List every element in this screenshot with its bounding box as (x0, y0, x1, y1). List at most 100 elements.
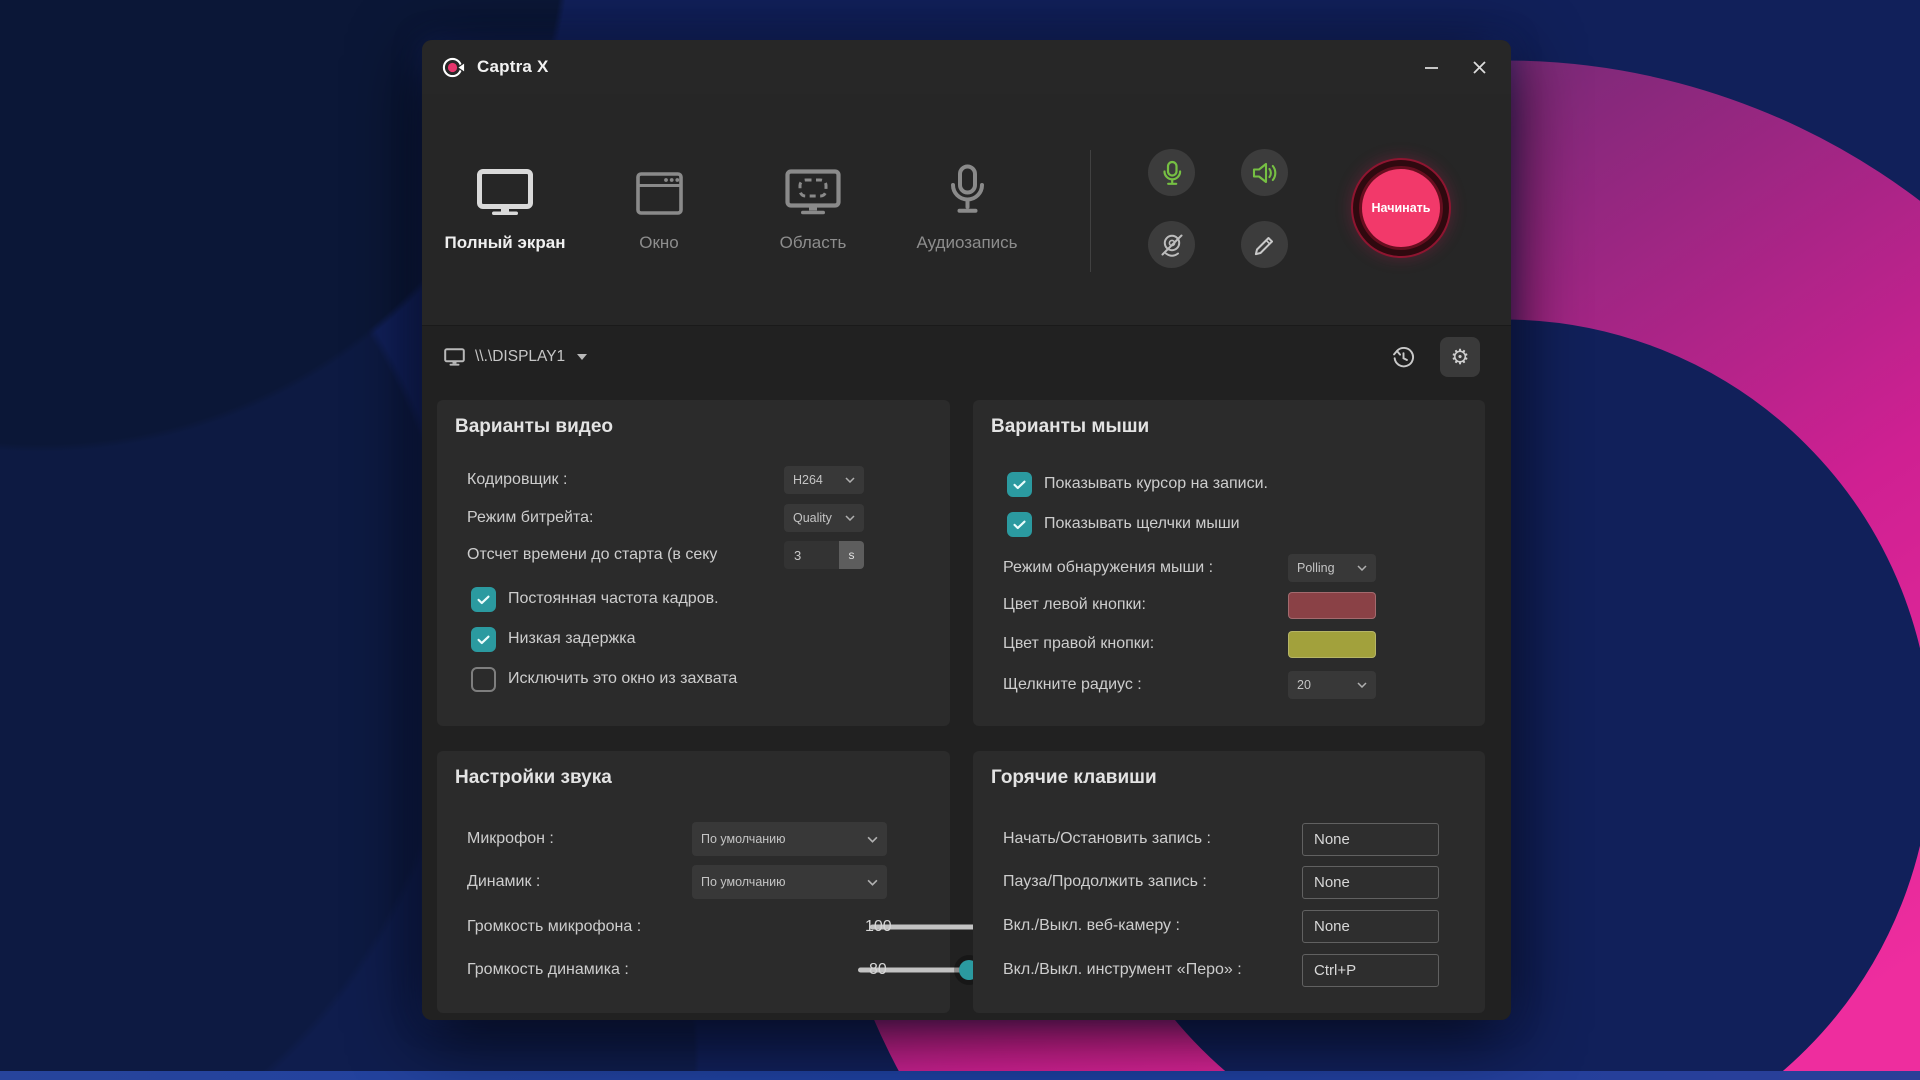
video-options-panel: Варианты видео Кодировщик : H264 Режим б… (437, 400, 950, 726)
exclude-window-row: Исключить это окно из захвата (471, 660, 928, 698)
record-button-face: Начинать (1362, 169, 1440, 247)
exclude-window-checkbox[interactable] (471, 667, 496, 692)
microphone-icon (1159, 160, 1185, 186)
chevron-down-icon (1357, 682, 1367, 688)
region-icon (785, 153, 841, 215)
minimize-icon (1424, 60, 1439, 75)
microphone-toggle-button[interactable] (1148, 149, 1195, 196)
pen-tool-button[interactable] (1241, 221, 1288, 268)
minimize-button[interactable] (1407, 40, 1455, 94)
hotkey-pause-resume-input[interactable]: None (1302, 866, 1439, 899)
bitrate-select[interactable]: Quality (784, 504, 864, 532)
monitor-icon (444, 348, 465, 366)
webcam-toggle-button[interactable] (1148, 221, 1195, 268)
low-latency-checkbox[interactable] (471, 627, 496, 652)
left-click-color-row: Цвет левой кнопки: (1003, 586, 1463, 624)
mode-fullscreen[interactable]: Полный экран (428, 153, 582, 253)
speaker-select[interactable]: По умолчанию (692, 865, 887, 899)
mode-region[interactable]: Область (736, 153, 890, 253)
window-controls (1407, 40, 1503, 94)
mic-volume-value: 100 (865, 918, 892, 936)
microphone-select[interactable]: По умолчанию (692, 822, 887, 856)
webcam-off-icon (1159, 232, 1185, 258)
chevron-down-icon (845, 515, 855, 521)
close-button[interactable] (1455, 40, 1503, 94)
hotkey-webcam-input[interactable]: None (1302, 910, 1439, 943)
chevron-down-icon (1357, 565, 1367, 571)
display-selector[interactable]: \\.\DISPLAY1 (444, 336, 587, 378)
check-icon (1011, 516, 1028, 533)
mouse-options-panel: Варианты мыши Показывать курсор на запис… (973, 400, 1485, 726)
history-button[interactable] (1383, 337, 1423, 377)
settings-area: \\.\DISPLAY1 ⚙ (422, 325, 1511, 1020)
gear-icon: ⚙ (1451, 345, 1470, 370)
click-radius-row: Щелкните радиус : 20 (1003, 666, 1463, 704)
chevron-down-icon (577, 354, 587, 360)
show-cursor-checkbox[interactable] (1007, 472, 1032, 497)
hotkey-row: Вкл./Выкл. веб-камеру : None (1003, 907, 1463, 945)
microphone-icon (949, 153, 986, 215)
speaker-toggle-button[interactable] (1241, 149, 1288, 196)
bitrate-row: Режим битрейта: Quality (467, 499, 928, 537)
settings-button[interactable]: ⚙ (1440, 337, 1480, 377)
titlebar: Captra X (422, 40, 1511, 94)
window-title: Captra X (477, 57, 549, 77)
check-icon (475, 631, 492, 648)
bar-actions: ⚙ (1383, 337, 1480, 377)
hotkey-row: Пауза/Продолжить запись : None (1003, 863, 1463, 901)
record-button[interactable]: Начинать (1351, 158, 1451, 258)
mode-label: Окно (639, 233, 679, 253)
panel-title: Варианты видео (455, 416, 613, 438)
taskbar-strip (0, 1071, 1920, 1080)
mode-label: Область (780, 233, 847, 253)
history-icon (1391, 345, 1416, 370)
chevron-down-icon (867, 836, 878, 843)
chevron-down-icon (845, 477, 855, 483)
hotkeys-panel: Горячие клавиши Начать/Остановить запись… (973, 751, 1485, 1013)
hotkey-pen-tool-input[interactable]: Ctrl+P (1302, 954, 1439, 987)
panel-title: Варианты мыши (991, 416, 1149, 438)
display-bar: \\.\DISPLAY1 ⚙ (422, 336, 1511, 378)
check-icon (475, 591, 492, 608)
speaker-icon (1251, 161, 1278, 185)
toolbar-divider (1090, 150, 1091, 272)
hotkey-start-stop-input[interactable]: None (1302, 823, 1439, 856)
panel-title: Горячие клавиши (991, 767, 1157, 789)
countdown-input[interactable]: 3 s (784, 541, 864, 569)
left-click-color-swatch[interactable] (1288, 592, 1376, 619)
detection-mode-select[interactable]: Polling (1288, 554, 1376, 582)
panel-title: Настройки звука (455, 767, 612, 789)
click-radius-select[interactable]: 20 (1288, 671, 1376, 699)
cfr-checkbox[interactable] (471, 587, 496, 612)
capture-modes: Полный экран Окно (428, 153, 1044, 253)
mic-volume-row: Громкость микрофона : 100 (467, 908, 928, 946)
countdown-unit: s (839, 541, 864, 569)
hotkey-row: Вкл./Выкл. инструмент «Перо» : Ctrl+P (1003, 951, 1463, 989)
mode-label: Полный экран (445, 233, 566, 253)
display-name: \\.\DISPLAY1 (475, 348, 565, 366)
encoder-row: Кодировщик : H264 (467, 461, 928, 499)
sound-settings-panel: Настройки звука Микрофон : По умолчанию … (437, 751, 950, 1013)
show-clicks-row: Показывать щелчки мыши (1007, 505, 1463, 543)
countdown-row: Отсчет времени до старта (в секу 3 s (467, 536, 928, 574)
record-button-label: Начинать (1372, 201, 1431, 215)
mode-label: Аудиозапись (916, 233, 1017, 253)
desktop-background: Captra X (0, 0, 1920, 1080)
mode-audio[interactable]: Аудиозапись (890, 153, 1044, 253)
cfr-row: Постоянная частота кадров. (471, 580, 928, 618)
mode-window[interactable]: Окно (582, 153, 736, 253)
check-icon (1011, 476, 1028, 493)
speaker-row: Динамик : По умолчанию (467, 863, 928, 901)
encoder-select[interactable]: H264 (784, 466, 864, 494)
right-click-color-swatch[interactable] (1288, 631, 1376, 658)
audio-video-toggles (1148, 149, 1288, 268)
app-window: Captra X (422, 40, 1511, 1020)
show-clicks-checkbox[interactable] (1007, 512, 1032, 537)
record-camera-icon (442, 56, 465, 79)
chevron-down-icon (867, 879, 878, 886)
low-latency-row: Низкая задержка (471, 620, 928, 658)
speaker-volume-value: 80 (869, 961, 887, 979)
capture-mode-toolbar: Полный экран Окно (422, 94, 1511, 325)
detection-mode-row: Режим обнаружения мыши : Polling (1003, 549, 1463, 587)
speaker-volume-row: Громкость динамика : 80 (467, 951, 928, 989)
